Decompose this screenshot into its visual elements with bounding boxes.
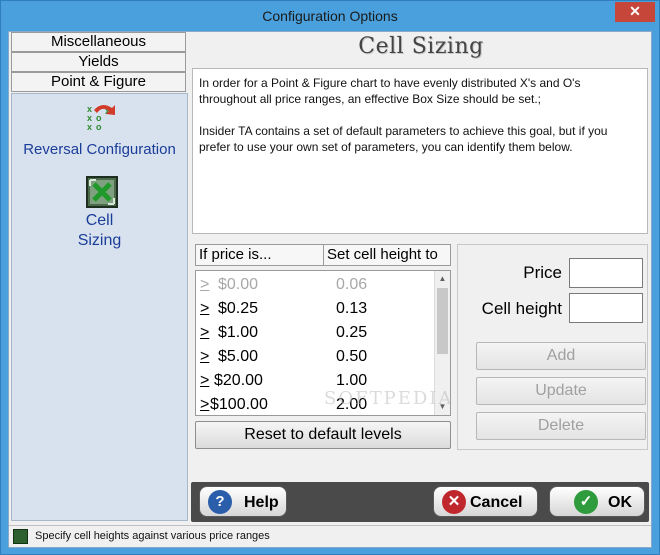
table-row[interactable]: > $5.00 0.50 (196, 345, 434, 369)
level-editor-panel: Price Cell height Add Update Delete (457, 244, 648, 450)
scroll-thumb[interactable] (437, 288, 448, 354)
row-cell-height: 0.25 (336, 324, 368, 341)
close-button[interactable]: ✕ (615, 2, 655, 22)
nav-item-cell-sizing-line1[interactable]: Cell (12, 212, 187, 230)
cancel-label: Cancel (470, 494, 523, 511)
table-header: If price is... Set cell height to (195, 244, 451, 266)
gt-symbol: > (200, 372, 210, 389)
gt-symbol: > (200, 396, 210, 413)
ok-label: OK (608, 494, 632, 511)
cell-sizing-status-icon (13, 529, 28, 544)
svg-text:o: o (96, 122, 102, 132)
add-button[interactable]: Add (476, 342, 646, 370)
status-bar: Specify cell heights against various pri… (9, 525, 651, 547)
row-cell-height: 0.50 (336, 348, 368, 365)
nav-item-reversal-configuration[interactable]: Reversal Configuration (12, 141, 187, 158)
gt-symbol: > (200, 300, 210, 317)
table-row[interactable]: > $0.00 0.06 (196, 273, 434, 297)
column-header-cell-height[interactable]: Set cell height to (324, 245, 450, 265)
reversal-config-icon[interactable]: xxx oo x (84, 102, 118, 136)
description-paragraph-2: Insider TA contains a set of default par… (199, 124, 608, 154)
cell-height-input[interactable] (569, 293, 643, 323)
cell-sizing-icon[interactable] (85, 175, 119, 209)
help-question-icon: ? (208, 490, 232, 514)
client-area: Miscellaneous Yields Point & Figure xxx … (8, 31, 652, 548)
update-button[interactable]: Update (476, 377, 646, 405)
table-row[interactable]: > $1.00 0.25 (196, 321, 434, 345)
row-cell-height: 0.06 (336, 276, 368, 293)
page-title: Cell Sizing (358, 34, 484, 59)
config-options-window: Configuration Options ✕ Miscellaneous Yi… (0, 0, 660, 555)
column-header-price[interactable]: If price is... (196, 245, 324, 265)
watermark: SOFTPEDIA (324, 388, 454, 409)
row-cell-height: 0.13 (336, 300, 368, 317)
tab-yields[interactable]: Yields (11, 52, 186, 72)
table-row[interactable]: > $0.25 0.13 (196, 297, 434, 321)
row-price: $0.25 (218, 300, 259, 317)
gt-symbol: > (200, 348, 210, 365)
row-price: $5.00 (218, 348, 259, 365)
description-box: In order for a Point & Figure chart to h… (192, 68, 648, 234)
row-price: $1.00 (218, 324, 259, 341)
ok-check-icon: ✓ (574, 490, 598, 514)
price-label: Price (523, 263, 562, 282)
window-title: Configuration Options (262, 8, 398, 24)
status-text: Specify cell heights against various pri… (35, 530, 270, 542)
nav-item-cell-sizing-line2[interactable]: Sizing (12, 232, 187, 250)
nav-pane: xxx oo x Reversal Configuration Cell Siz… (11, 93, 188, 521)
cell-height-label: Cell height (481, 299, 562, 318)
price-input[interactable] (569, 258, 643, 288)
help-button[interactable]: ? Help (199, 486, 287, 517)
reset-default-levels-button[interactable]: Reset to default levels (195, 421, 451, 449)
delete-button[interactable]: Delete (476, 412, 646, 440)
action-bar: ? Help ✕ Cancel ✓ OK (191, 482, 649, 522)
tab-miscellaneous[interactable]: Miscellaneous (11, 32, 186, 52)
svg-text:x: x (87, 122, 92, 132)
tab-point-figure[interactable]: Point & Figure (11, 72, 186, 92)
title-bar[interactable]: Configuration Options ✕ (1, 1, 659, 31)
cancel-x-icon: ✕ (442, 490, 466, 514)
cancel-button[interactable]: ✕ Cancel (433, 486, 538, 517)
gt-symbol: > (200, 276, 210, 293)
scroll-up-arrow-icon[interactable]: ▲ (435, 271, 450, 287)
row-price: $20.00 (214, 372, 263, 389)
help-label: Help (244, 494, 279, 511)
row-price: $0.00 (218, 276, 259, 293)
gt-symbol: > (200, 324, 210, 341)
description-paragraph-1: In order for a Point & Figure chart to h… (199, 76, 581, 106)
row-price: $100.00 (210, 396, 268, 413)
ok-button[interactable]: ✓ OK (549, 486, 645, 517)
